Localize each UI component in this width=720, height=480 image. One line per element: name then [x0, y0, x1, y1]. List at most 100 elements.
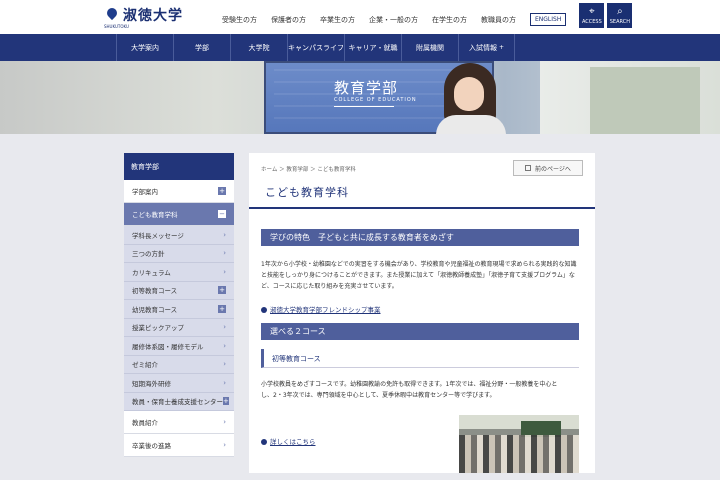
- sidebar-item-label: 卒業後の進路: [132, 442, 171, 450]
- link-prospective-students[interactable]: 受験生の方: [222, 15, 257, 25]
- photo-students: [459, 435, 579, 473]
- sidebar-item-class-pickup[interactable]: 授業ピックアップ ›: [124, 318, 234, 337]
- chevron-right-icon: ›: [223, 378, 226, 387]
- link-alumni[interactable]: 卒業生の方: [320, 15, 355, 25]
- features-paragraph: 1年次から小学校・幼稚園などでの実習をする機会があり、学校教育や児童福祉の教育現…: [261, 261, 577, 290]
- sidebar-title[interactable]: 教育学部: [124, 153, 234, 180]
- link-parents[interactable]: 保護者の方: [271, 15, 306, 25]
- sidebar-item-career-paths[interactable]: 卒業後の進路 ›: [124, 434, 234, 457]
- sidebar-item-label: ゼミ紹介: [132, 361, 158, 370]
- chevron-right-icon: ›: [223, 249, 226, 258]
- nav-label: 大学案内: [131, 43, 159, 52]
- breadcrumb[interactable]: ホーム ＞ 教育学部 ＞ こども教育学科: [261, 165, 356, 173]
- sidebar-item-curriculum[interactable]: カリキュラム ›: [124, 263, 234, 282]
- logo-subtext: SHUKUTOKU: [104, 24, 129, 29]
- chevron-right-icon: ›: [223, 360, 226, 369]
- chevron-right-icon: ›: [223, 267, 226, 276]
- bullet-icon: [261, 439, 267, 445]
- sidebar: 教育学部 学部案内 + こども教育学科 − 学科長メッセージ › 三つの方針 › カリキュラム ›…: [124, 153, 234, 457]
- expand-icon: +: [218, 286, 226, 295]
- link-companies[interactable]: 企業・一般の方: [369, 15, 418, 25]
- expand-icon: +: [223, 397, 229, 406]
- sidebar-item-label: 教員紹介: [132, 419, 158, 427]
- collapse-icon: −: [218, 210, 226, 218]
- details-link[interactable]: 詳しくはこちら: [261, 436, 316, 446]
- logo-mark-icon: SHUKUTOKU: [104, 7, 129, 29]
- photo-ceiling: [459, 415, 579, 429]
- hero-person-image: [436, 63, 506, 134]
- logo-text: 淑徳大学: [123, 8, 183, 24]
- sidebar-list: 学部案内 + こども教育学科 − 学科長メッセージ › 三つの方針 › カリキュラム › 初等教育コ…: [124, 180, 234, 457]
- section-heading-features: 学びの特色 子どもと共に成長する教育者をめざす: [261, 229, 579, 246]
- access-button[interactable]: ⌖ ACCESS: [579, 3, 605, 28]
- top-header: SHUKUTOKU 淑徳大学 受験生の方 保護者の方 卒業生の方 企業・一般の方…: [0, 0, 720, 34]
- sidebar-item-label: 学部案内: [132, 188, 158, 196]
- chevron-right-icon: ›: [223, 341, 226, 350]
- hero-person-face: [454, 77, 484, 111]
- hero-subtitle: COLLEGE OF EDUCATION: [334, 97, 417, 103]
- sidebar-item-teacher-support-center[interactable]: 教員・保育士養成支援センター +: [124, 392, 234, 411]
- link-label: 詳しくはこちら: [270, 438, 316, 446]
- nav-about[interactable]: 大学案内: [116, 34, 173, 61]
- nav-admissions[interactable]: 入試情報 +: [458, 34, 515, 61]
- back-button[interactable]: 前のページへ: [513, 160, 583, 176]
- sidebar-item-chair-message[interactable]: 学科長メッセージ ›: [124, 226, 234, 245]
- nav-label: 大学院: [248, 43, 270, 52]
- sidebar-item-faculty-members[interactable]: 教員紹介 ›: [124, 411, 234, 434]
- hero-side-board: [590, 67, 700, 134]
- back-label: 前のページへ: [535, 165, 571, 173]
- hero-title: 教育学部: [334, 79, 399, 97]
- link-label: 卒業生の方: [320, 15, 355, 24]
- link-label: 企業・一般の方: [369, 15, 418, 24]
- sidebar-item-three-policies[interactable]: 三つの方針 ›: [124, 244, 234, 263]
- english-button[interactable]: ENGLISH: [530, 13, 567, 26]
- access-label: ACCESS: [581, 18, 602, 25]
- sidebar-item-child-education[interactable]: こども教育学科 −: [124, 203, 234, 226]
- search-label: SEARCH: [609, 18, 630, 25]
- utility-nav: 受験生の方 保護者の方 卒業生の方 企業・一般の方 在学生の方 教職員の方 EN…: [222, 3, 633, 28]
- sidebar-item-label: 短期海外研修: [132, 379, 171, 388]
- sidebar-item-overseas-training[interactable]: 短期海外研修 ›: [124, 374, 234, 393]
- subheading-elementary-course: 初等教育コース: [261, 349, 579, 368]
- sidebar-item-label: 学科長メッセージ: [132, 231, 184, 240]
- sidebar-item-seminars[interactable]: ゼミ紹介 ›: [124, 355, 234, 374]
- nav-label: キャンパスライフ: [288, 43, 344, 52]
- sidebar-item-label: 授業ピックアップ: [132, 324, 184, 333]
- back-icon: [525, 165, 532, 171]
- nav-career[interactable]: キャリア・就職: [344, 34, 401, 61]
- sidebar-item-label: カリキュラム: [132, 268, 171, 277]
- sidebar-item-curriculum-map[interactable]: 履修体系図・履修モデル ›: [124, 337, 234, 356]
- sidebar-item-faculty-guide[interactable]: 学部案内 +: [124, 180, 234, 203]
- chevron-right-icon: ›: [223, 230, 226, 239]
- hero-banner: 教育学部 COLLEGE OF EDUCATION: [0, 61, 720, 134]
- sidebar-item-label: 教員・保育士養成支援センター: [132, 398, 223, 407]
- expand-icon: +: [218, 187, 226, 195]
- section-heading-courses: 選べる２コース: [261, 323, 579, 340]
- link-current-students[interactable]: 在学生の方: [432, 15, 467, 25]
- nav-campus-life[interactable]: キャンパスライフ: [287, 34, 344, 61]
- expand-icon: +: [218, 304, 226, 313]
- sidebar-item-label: 履修体系図・履修モデル: [132, 342, 204, 351]
- link-faculty[interactable]: 教職員の方: [481, 15, 516, 25]
- search-icon: ⌕: [617, 5, 623, 17]
- sidebar-item-elementary-course[interactable]: 初等教育コース +: [124, 281, 234, 300]
- nav-institutions[interactable]: 附属機関: [401, 34, 458, 61]
- nav-graduate[interactable]: 大学院: [230, 34, 287, 61]
- link-label: 保護者の方: [271, 15, 306, 24]
- nav-faculties[interactable]: 学部: [173, 34, 230, 61]
- chevron-right-icon: ›: [223, 323, 226, 332]
- nav-label: キャリア・就職: [348, 43, 398, 52]
- search-button[interactable]: ⌕ SEARCH: [607, 3, 633, 28]
- chevron-right-icon: ›: [223, 441, 226, 449]
- classroom-photo: [459, 415, 579, 473]
- title-divider: [249, 207, 595, 209]
- sidebar-item-label: 初等教育コース: [132, 287, 178, 296]
- chevron-right-icon: ›: [223, 418, 226, 426]
- hero-divider: [334, 106, 394, 107]
- sidebar-item-early-childhood-course[interactable]: 幼児教育コース +: [124, 300, 234, 319]
- link-label: 在学生の方: [432, 15, 467, 24]
- university-logo[interactable]: SHUKUTOKU 淑徳大学: [104, 5, 183, 29]
- sidebar-item-label: 幼児教育コース: [132, 305, 178, 314]
- link-label: 教職員の方: [481, 15, 516, 24]
- friendship-link[interactable]: 淑徳大学教育学部フレンドシップ事業: [261, 304, 381, 314]
